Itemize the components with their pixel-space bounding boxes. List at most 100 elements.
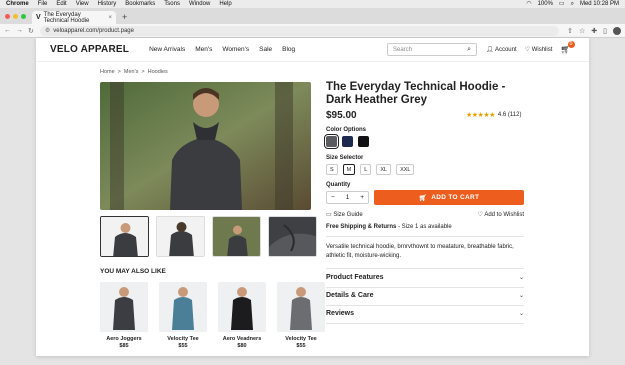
nav-sale[interactable]: Sale (259, 46, 272, 53)
url-text: veloapparel.com/product.page (53, 27, 134, 34)
rec-card[interactable]: Aero Joggers $85 (100, 282, 148, 349)
rating-text: 4.6 (112) (497, 112, 522, 118)
thumbnail-2[interactable] (156, 216, 205, 257)
search-input[interactable]: Search ⌕ (387, 43, 477, 56)
recs-title: YOU MAY ALSO LIKE (100, 268, 166, 275)
forward-icon[interactable]: → (16, 27, 23, 35)
rec-price: $85 (119, 343, 129, 349)
size-selector-label: Size Selector (326, 155, 364, 161)
menu-window[interactable]: Window (189, 0, 210, 8)
size-option[interactable]: XXL (396, 164, 415, 175)
wishlist-link[interactable]: ♡ Wishlist (525, 46, 553, 53)
size-guide-link[interactable]: ▭ Size Guide (326, 211, 363, 218)
thumbnail-4[interactable] (268, 216, 317, 257)
rec-card[interactable]: Velocity Tee $55 (159, 282, 207, 349)
color-swatch[interactable] (342, 136, 353, 147)
size-option[interactable]: L (360, 164, 372, 175)
search-icon[interactable]: ⌕ (467, 46, 471, 54)
divider (326, 268, 524, 269)
close-tab-icon[interactable]: × (108, 15, 112, 21)
web-page: VELO APPAREL New Arrivals Men's Women's … (36, 38, 589, 356)
search-icon[interactable]: ⌕ (571, 0, 574, 8)
tab-title: The Everyday Technical Hoodie (43, 11, 90, 24)
nav-mens[interactable]: Men's (195, 46, 212, 53)
rec-image[interactable] (277, 282, 325, 332)
add-to-cart-button[interactable]: 🛒︎ ADD TO CART (374, 190, 524, 205)
menu-history[interactable]: History (98, 0, 117, 8)
size-option[interactable]: XL (376, 164, 392, 175)
nav-womens[interactable]: Women's (222, 46, 249, 53)
rec-name[interactable]: Aero Joggers (100, 336, 148, 342)
menu-help[interactable]: Help (219, 0, 231, 8)
thumbnail-3[interactable] (212, 216, 261, 257)
rec-name[interactable]: Velocity Tee (159, 336, 207, 342)
rec-card[interactable]: Aero Veadners $80 (218, 282, 266, 349)
datetime[interactable]: Med 10:28 PM (580, 0, 619, 8)
sidepanel-icon[interactable]: ▯ (603, 27, 607, 35)
new-tab-button[interactable]: + (116, 12, 133, 24)
minimize-window-button[interactable] (13, 14, 18, 19)
nav-blog[interactable]: Blog (282, 46, 295, 53)
accordion-details-care[interactable]: Details & Care ⌄ (326, 292, 524, 299)
qty-decrement-button[interactable]: − (331, 194, 335, 201)
account-link[interactable]: 👤︎ Account (486, 46, 517, 53)
accordion-reviews[interactable]: Reviews ⌄ (326, 310, 524, 317)
accordion-product-features[interactable]: Product Features ⌄ (326, 274, 524, 281)
quantity-label: Quantity (326, 182, 351, 188)
size-option[interactable]: M (342, 164, 356, 175)
color-swatch[interactable] (324, 134, 339, 149)
menu-view[interactable]: View (76, 0, 89, 8)
cart-button[interactable]: 🛒︎ 0 (560, 41, 575, 54)
nav-new-arrivals[interactable]: New Arrivals (149, 46, 185, 53)
user-icon: 👤︎ (486, 47, 494, 53)
url-field[interactable]: ⚙ veloapparel.com/product.page (39, 25, 560, 36)
rec-name[interactable]: Velocity Tee (277, 336, 325, 342)
site-logo[interactable]: VELO APPAREL (50, 44, 129, 55)
accordion-label: Product Features (326, 274, 384, 281)
rec-card[interactable]: Velocity Tee $55 (277, 282, 325, 349)
product-title: The Everyday Technical Hoodie - Dark Hea… (326, 81, 506, 106)
accordion-label: Reviews (326, 310, 355, 317)
site-info-icon[interactable]: ⚙ (45, 27, 50, 34)
share-icon[interactable]: ⇧ (567, 27, 573, 35)
size-option[interactable]: S (326, 164, 338, 175)
heart-icon: ♡ (524, 47, 531, 53)
rec-image[interactable] (218, 282, 266, 332)
breadcrumb-home[interactable]: Home (100, 69, 115, 75)
qty-increment-button[interactable]: + (360, 194, 364, 201)
tab-favicon: V (36, 14, 41, 21)
menu-edit[interactable]: Edit (56, 0, 66, 8)
menu-bookmarks[interactable]: Bookmarks (125, 0, 155, 8)
breadcrumb-separator: > (141, 69, 145, 75)
back-icon[interactable]: ← (4, 27, 11, 35)
rec-image[interactable] (100, 282, 148, 332)
shipping-rest: - Size 1 as available (396, 224, 452, 230)
rating[interactable]: ★★★★★ 4.6 (112) (466, 111, 521, 119)
zoom-window-button[interactable] (21, 14, 26, 19)
menu-app[interactable]: Chrome (6, 0, 29, 8)
close-window-button[interactable] (5, 14, 10, 19)
reload-icon[interactable]: ↻ (28, 27, 34, 35)
thumbnail-1[interactable] (100, 216, 149, 257)
thumbnail-strip (100, 216, 317, 257)
profile-avatar[interactable] (613, 26, 621, 35)
color-swatch[interactable] (358, 136, 369, 147)
breadcrumb-hoodies[interactable]: Hoodies (148, 69, 168, 75)
main-product-image[interactable] (100, 82, 311, 210)
add-to-wishlist-link[interactable]: ♡ Add to Wishlist (478, 211, 524, 218)
browser-tab[interactable]: V The Everyday Technical Hoodie × (32, 11, 116, 24)
wifi-icon[interactable]: ◠ (526, 0, 531, 8)
tab-strip: V The Everyday Technical Hoodie × + (0, 8, 625, 24)
bookmark-star-icon[interactable]: ☆ (579, 27, 585, 35)
divider (326, 236, 524, 237)
menu-file[interactable]: File (38, 0, 48, 8)
battery-icon[interactable]: ▭ (559, 0, 565, 8)
rec-image[interactable] (159, 282, 207, 332)
extensions-icon[interactable]: ✚ (591, 27, 597, 35)
divider (326, 305, 524, 306)
header-actions: 👤︎ Account ♡ Wishlist 🛒︎ 0 (486, 41, 575, 54)
breadcrumb-mens[interactable]: Men's (124, 69, 139, 75)
rec-name[interactable]: Aero Veadners (218, 336, 266, 342)
menu-tsons[interactable]: Tsons (164, 0, 180, 8)
qty-value[interactable]: 1 (346, 194, 350, 201)
